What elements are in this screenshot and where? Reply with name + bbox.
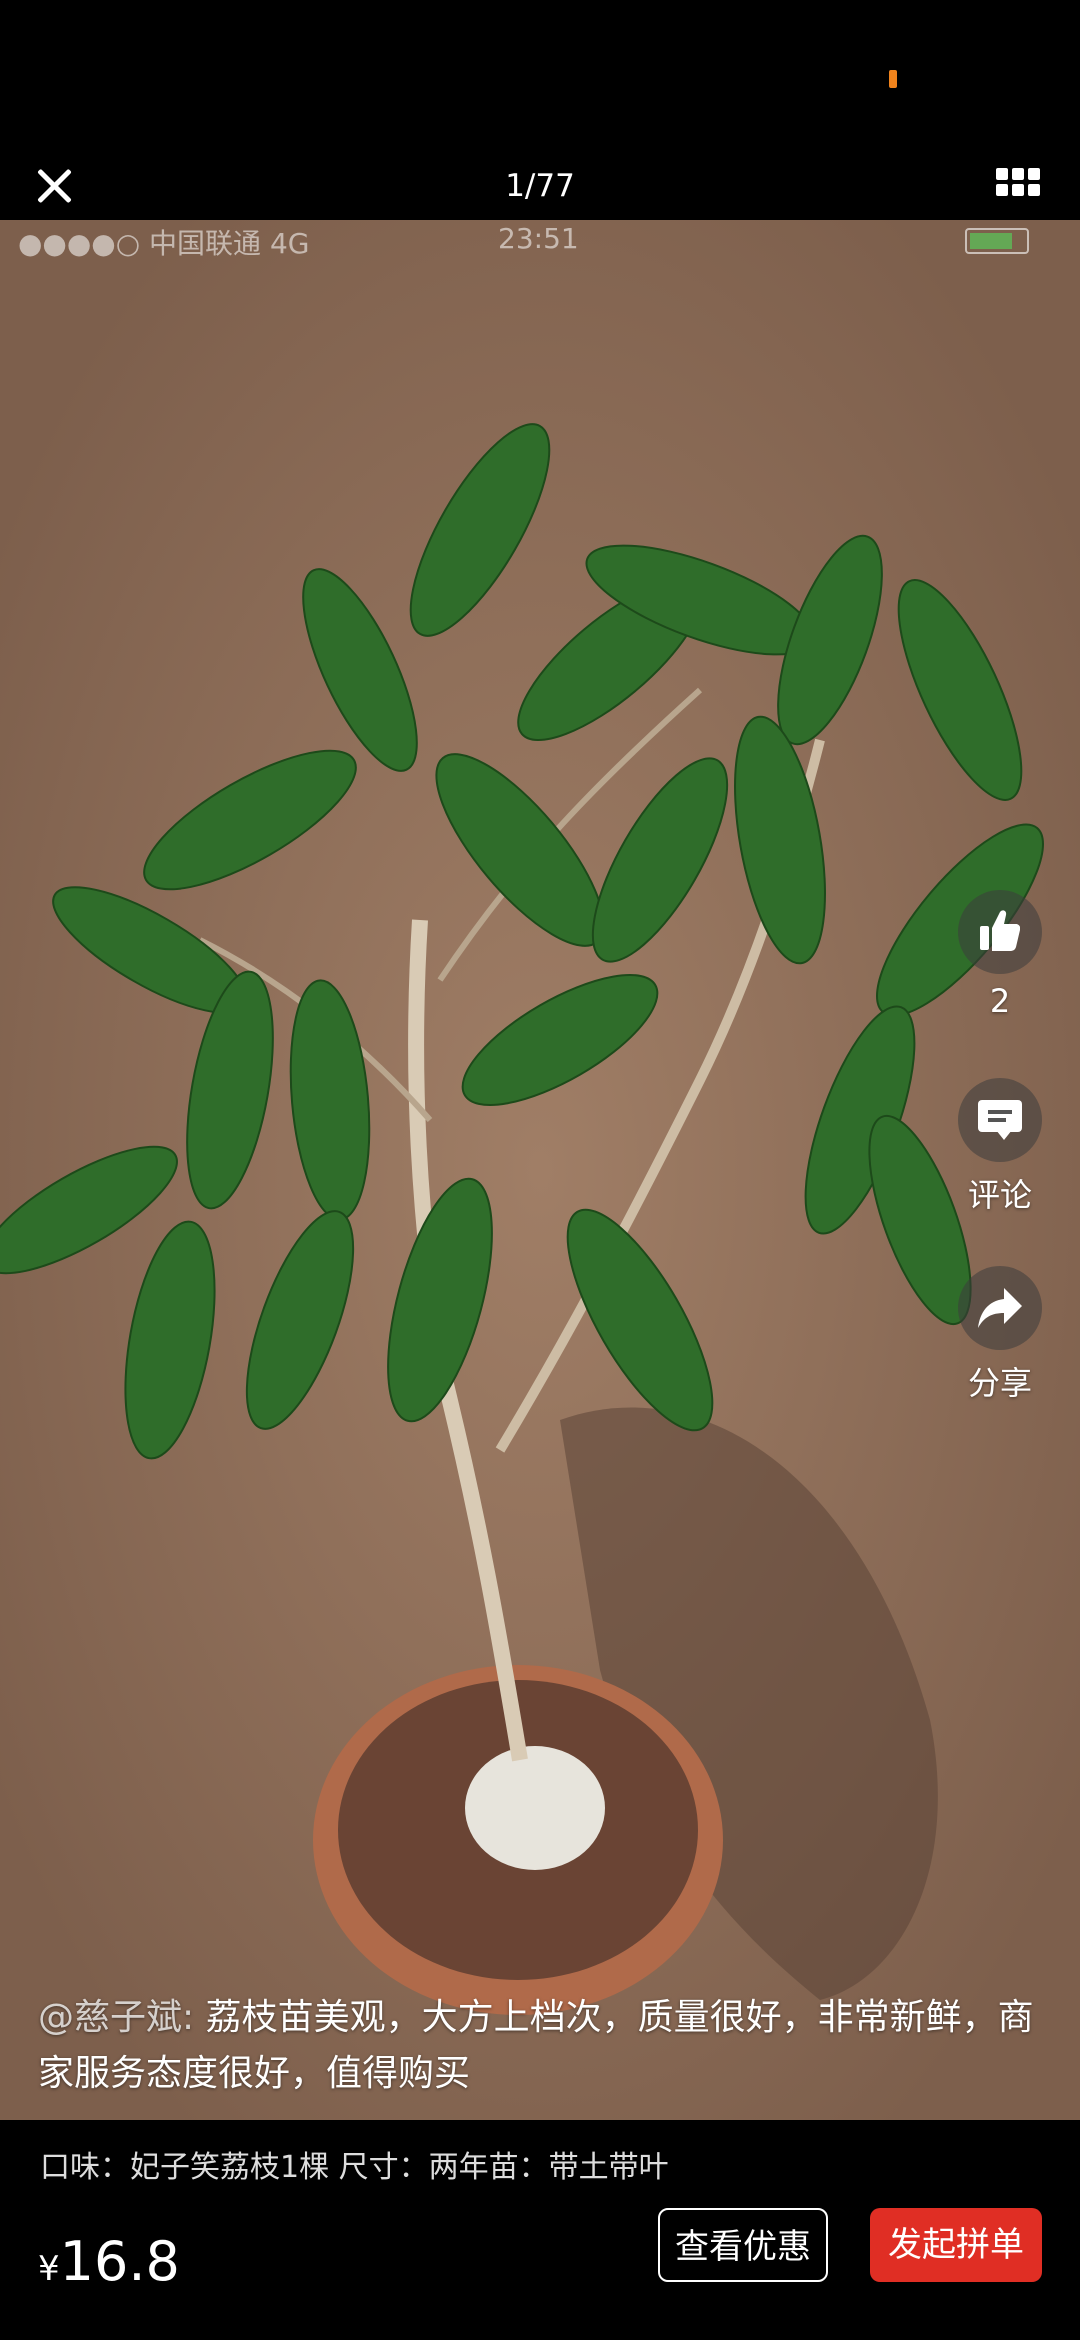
price-value: 16.8 [59, 2230, 180, 2293]
thumbs-up-icon [980, 910, 1020, 951]
top-bar: 1/77 [0, 0, 1080, 220]
product-price: ¥16.8 [38, 2230, 180, 2293]
share-label: 分享 [967, 1364, 1032, 1402]
product-photo[interactable]: ●●●●○ 中国联通 4G 23:51 2 评论 分享 @慈子斌: 荔枝苗美观，… [0, 220, 1080, 2120]
carrier-text: ●●●●○ 中国联通 4G [18, 227, 310, 260]
like-button[interactable]: 2 [958, 890, 1042, 1020]
share-arrow-icon [978, 1288, 1022, 1328]
review-user[interactable]: @慈子斌: [38, 1997, 194, 2038]
like-count: 2 [989, 982, 1011, 1020]
clock-text: 23:51 [498, 222, 579, 255]
share-button[interactable]: 分享 [958, 1266, 1042, 1404]
comment-button[interactable]: 评论 [958, 1078, 1042, 1216]
comment-icon [978, 1100, 1022, 1140]
start-group-buy-button[interactable]: 发起拼单 [870, 2208, 1042, 2282]
currency-symbol: ¥ [38, 2249, 60, 2289]
product-spec: 口味：妃子笑荔枝1棵 尺寸：两年苗：带土带叶 [40, 2150, 669, 2185]
comment-label: 评论 [967, 1176, 1032, 1214]
photo-status-bar: ●●●●○ 中国联通 4G 23:51 [0, 220, 1080, 260]
status-indicator [889, 70, 897, 88]
bottom-bar: 口味：妃子笑荔枝1棵 尺寸：两年苗：带土带叶 ¥16.8 查看优惠 发起拼单 [0, 2120, 1080, 2340]
battery-icon [965, 228, 1029, 254]
comment-icon-circle [958, 1078, 1042, 1162]
plant-illustration [0, 220, 1080, 2120]
page-counter: 1/77 [505, 168, 575, 204]
like-icon-circle [958, 890, 1042, 974]
review-text: @慈子斌: 荔枝苗美观，大方上档次，质量很好，非常新鲜，商家服务态度很好，值得购… [38, 1990, 1048, 2102]
view-coupon-button[interactable]: 查看优惠 [658, 2208, 828, 2282]
grid-icon[interactable] [996, 168, 1040, 198]
share-icon-circle [958, 1266, 1042, 1350]
